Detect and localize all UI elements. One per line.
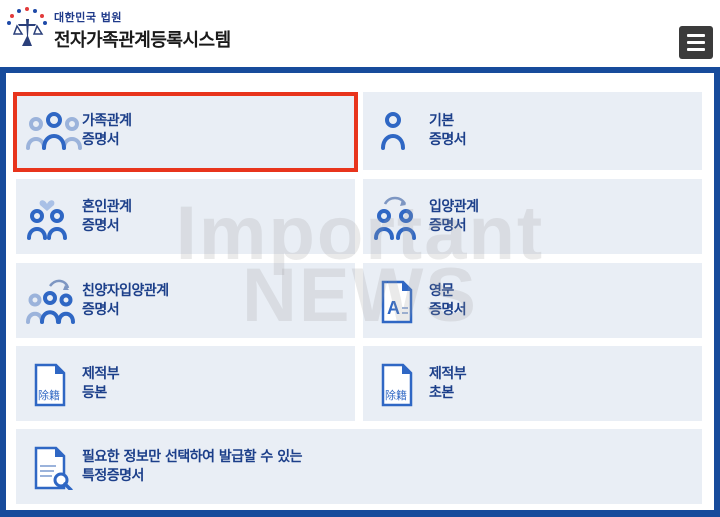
card-label-line2: 증명서 xyxy=(429,132,467,148)
card-specific-certificate[interactable]: 필요한 정보만 선택하여 발급할 수 있는 특정증명서 xyxy=(16,429,702,504)
card-label: 기본 증명서 xyxy=(429,112,467,150)
svg-text:A: A xyxy=(387,298,400,318)
card-english-certificate[interactable]: A 영문 증명서 xyxy=(363,263,702,338)
card-label-line1: 필요한 정보만 선택하여 발급할 수 있는 xyxy=(82,448,302,465)
card-label: 필요한 정보만 선택하여 발급할 수 있는 특정증명서 xyxy=(82,448,302,486)
card-label-line1: 친양자입양관계 xyxy=(82,282,169,299)
family-icon xyxy=(26,112,82,150)
org-subtitle: 대한민국 법원 xyxy=(54,11,123,24)
card-label-line2: 증명서 xyxy=(82,217,120,234)
stamp-text: 除籍 xyxy=(385,388,407,402)
card-full-adoption-certificate[interactable]: 친양자입양관계 증명서 xyxy=(16,263,355,338)
card-label-line2: 증명서 xyxy=(429,217,467,234)
card-label: 혼인관계 증명서 xyxy=(82,198,132,236)
menu-bar xyxy=(687,34,705,37)
card-basic-certificate[interactable]: 기본 증명서 xyxy=(363,92,702,170)
marriage-icon xyxy=(27,199,67,240)
hamburger-menu-button[interactable] xyxy=(679,26,713,59)
header: 대한민국 법원 전자가족관계등록시스템 xyxy=(0,0,720,66)
card-label-line1: 가족관계 xyxy=(82,113,132,129)
card-label-line2: 증명서 xyxy=(82,301,120,318)
certificate-menu-panel: 가족관계 증명서 기본 증명서 혼인관계 증명서 입양관계 증명서 친양자입양관… xyxy=(0,67,720,517)
card-label: 친양자입양관계 증명서 xyxy=(82,282,169,320)
card-label-line1: 제적부 xyxy=(82,365,120,382)
card-label: 제적부 초본 xyxy=(429,365,467,403)
card-label: 입양관계 증명서 xyxy=(429,198,479,236)
full-adoption-icon xyxy=(26,279,75,324)
card-label-line1: 입양관계 xyxy=(429,198,479,215)
card-label-line1: 기본 xyxy=(429,113,454,129)
card-label: 가족관계 증명서 xyxy=(82,112,132,150)
card-marriage-certificate[interactable]: 혼인관계 증명서 xyxy=(16,179,355,254)
card-label-line2: 초본 xyxy=(429,384,454,401)
menu-bar xyxy=(687,41,705,44)
card-label-line1: 영문 xyxy=(429,282,454,299)
court-logo-icon[interactable] xyxy=(6,6,50,48)
card-family-relation-certificate[interactable]: 가족관계 증명서 xyxy=(16,92,355,170)
card-label-line2: 증명서 xyxy=(82,132,120,148)
person-icon xyxy=(381,112,405,150)
card-removed-register-abstract-copy[interactable]: 除籍 제적부 초본 xyxy=(363,346,702,421)
stamp-text: 除籍 xyxy=(38,388,60,402)
removed-register-document-icon: 除籍 xyxy=(381,363,413,406)
card-label-line2: 등본 xyxy=(82,384,107,401)
card-removed-register-full-copy[interactable]: 除籍 제적부 등본 xyxy=(16,346,355,421)
removed-register-document-icon: 除籍 xyxy=(34,363,66,406)
adoption-icon xyxy=(374,196,416,240)
english-document-icon: A xyxy=(381,280,413,323)
card-adoption-certificate[interactable]: 입양관계 증명서 xyxy=(363,179,702,254)
card-label-line1: 혼인관계 xyxy=(82,198,132,215)
card-label: 영문 증명서 xyxy=(429,282,467,320)
card-label: 제적부 등본 xyxy=(82,365,120,403)
card-label-line2: 증명서 xyxy=(429,301,467,318)
site-title[interactable]: 전자가족관계등록시스템 xyxy=(54,26,231,52)
menu-bar xyxy=(687,48,705,51)
card-label-line1: 제적부 xyxy=(429,365,467,382)
document-search-icon xyxy=(34,446,73,490)
card-label-line2: 특정증명서 xyxy=(82,467,144,484)
